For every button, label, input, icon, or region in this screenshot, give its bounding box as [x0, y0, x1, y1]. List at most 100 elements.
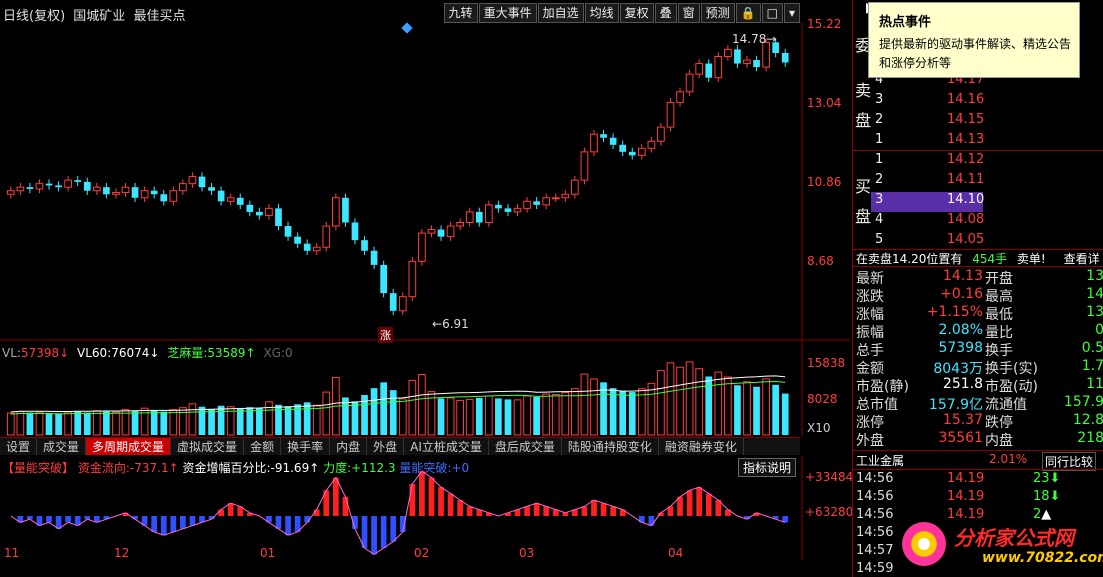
candle-body — [475, 211, 483, 223]
candle-body — [83, 181, 91, 191]
candle-body — [121, 186, 130, 193]
tab-ai-volume[interactable]: AI立桩成交量 — [404, 438, 489, 455]
candle-body — [580, 151, 589, 181]
stat-row: 涨跌 +0.16 最高 14 — [856, 286, 1103, 305]
buy-row[interactable]: 4 14.08 — [853, 212, 1103, 232]
volume-bar — [55, 413, 62, 435]
toolbar-major-events-button[interactable]: 重大事件 — [478, 3, 537, 23]
candle-body — [380, 264, 388, 294]
stat-row: 最新 14.13 开盘 13 — [856, 268, 1103, 287]
volume-bar — [246, 407, 254, 435]
volume-bar — [657, 370, 665, 436]
volume-bar — [504, 399, 512, 435]
square-icon[interactable]: □ — [761, 3, 783, 23]
candle-body — [64, 179, 72, 188]
candle-body — [332, 197, 340, 227]
volume-bar — [265, 401, 273, 436]
candle-body — [427, 229, 436, 234]
tab-multi-period-volume[interactable]: 多周期成交量 — [86, 438, 172, 455]
volume-chart[interactable] — [0, 343, 850, 437]
hotspot-tooltip: 热点事件 提供最新的驱动事件解读、精选公告和涨停分析等 — [868, 2, 1080, 78]
candle-body — [6, 190, 15, 195]
candle-body — [484, 204, 493, 224]
toolbar-window-button[interactable]: 窗 — [677, 3, 700, 23]
tab-virtual-volume[interactable]: 虚拟成交量 — [171, 438, 245, 455]
tab-inner[interactable]: 内盘 — [330, 438, 368, 455]
volume-bar — [131, 411, 139, 435]
volume-bar — [103, 411, 110, 435]
volume-bar — [637, 388, 646, 436]
tab-outer[interactable]: 外盘 — [367, 438, 405, 455]
lock-icon[interactable]: 🔒 — [735, 3, 761, 23]
volume-bar — [83, 412, 91, 435]
candle-body — [753, 60, 760, 68]
candle-body — [590, 133, 598, 153]
buy-row[interactable]: 1 14.12 — [853, 152, 1103, 172]
candle-body — [542, 197, 551, 206]
stat-row: 总市值 157.9亿 流通值 157.9 — [856, 394, 1103, 413]
volume-bar — [580, 373, 589, 436]
tab-settings[interactable]: 设置 — [0, 438, 38, 455]
sell-status-bar[interactable]: 在卖盘14.20位置有 454手 卖单! 查看详 — [856, 250, 1100, 267]
toolbar-forecast-button[interactable]: 预测 — [700, 3, 735, 23]
tab-after-hours-volume[interactable]: 盘后成交量 — [489, 438, 562, 455]
tab-volume[interactable]: 成交量 — [37, 438, 87, 455]
volume-bar — [590, 378, 598, 436]
candle-body — [45, 183, 53, 186]
date-tick: 03 — [519, 546, 535, 560]
volume-bar — [284, 406, 292, 435]
candle-body — [724, 48, 732, 57]
volume-bar — [408, 379, 417, 436]
sell-row[interactable]: 2 14.15 — [853, 112, 1103, 132]
toolbar-ma-button[interactable]: 均线 — [584, 3, 619, 23]
volume-bar — [35, 411, 44, 436]
candle-body — [103, 187, 110, 195]
date-tick: 01 — [260, 546, 276, 560]
candle-body — [236, 197, 244, 205]
candle-body — [456, 222, 464, 227]
tab-margin-trading[interactable]: 融资融券变化 — [659, 438, 744, 455]
candle-body — [150, 190, 158, 195]
toolbar-overlay-button[interactable]: 叠 — [654, 3, 677, 23]
volume-bar — [26, 412, 34, 435]
candle-body — [619, 144, 627, 152]
candle-body — [322, 225, 331, 248]
candle-body — [265, 207, 273, 216]
sell-row[interactable]: 3 14.16 — [853, 92, 1103, 112]
candle-body — [504, 208, 512, 212]
volume-tick-2: 8028 — [807, 392, 838, 406]
volume-bar — [418, 374, 426, 436]
toolbar-jiuzhuan-button[interactable]: 九转 — [443, 3, 478, 23]
price-tick-1: 15.22 — [807, 17, 842, 31]
volume-bar — [772, 384, 780, 435]
tab-turnover[interactable]: 换手率 — [281, 438, 331, 455]
stat-row: 外盘 35561 内盘 218 — [856, 430, 1103, 449]
sell-row[interactable]: 1 14.13 — [853, 132, 1103, 152]
candle-body — [408, 260, 417, 298]
volume-bar — [523, 395, 531, 436]
buy-row[interactable]: 2 14.11 — [853, 172, 1103, 192]
volume-bar — [64, 411, 72, 436]
volume-bar — [753, 386, 760, 435]
candle-body — [398, 296, 407, 312]
tab-amount[interactable]: 金额 — [244, 438, 282, 455]
candle-body — [676, 91, 684, 103]
volume-bar — [312, 404, 321, 436]
volume-bar — [781, 393, 789, 435]
candle-body — [351, 222, 359, 241]
tab-northbound-holdings[interactable]: 陆股通持股变化 — [562, 438, 659, 455]
candlestick-chart[interactable] — [0, 22, 850, 342]
volume-bar — [398, 398, 407, 436]
industry-row[interactable]: 工业金属 2.01% 同行比较 — [856, 452, 1101, 471]
toolbar-add-watchlist-button[interactable]: 加自选 — [537, 3, 584, 23]
dropdown-icon[interactable]: ▾ — [783, 3, 800, 23]
volume-bar — [743, 381, 751, 436]
candle-body — [666, 101, 675, 128]
price-tick-3: 10.86 — [807, 175, 842, 189]
buy-row-highlighted[interactable]: 3 14.10 — [853, 192, 1103, 212]
volume-bar — [676, 366, 684, 436]
candle-body — [208, 187, 215, 191]
candle-body — [657, 126, 665, 142]
toolbar-adjust-button[interactable]: 复权 — [619, 3, 654, 23]
volume-bar — [179, 407, 187, 436]
